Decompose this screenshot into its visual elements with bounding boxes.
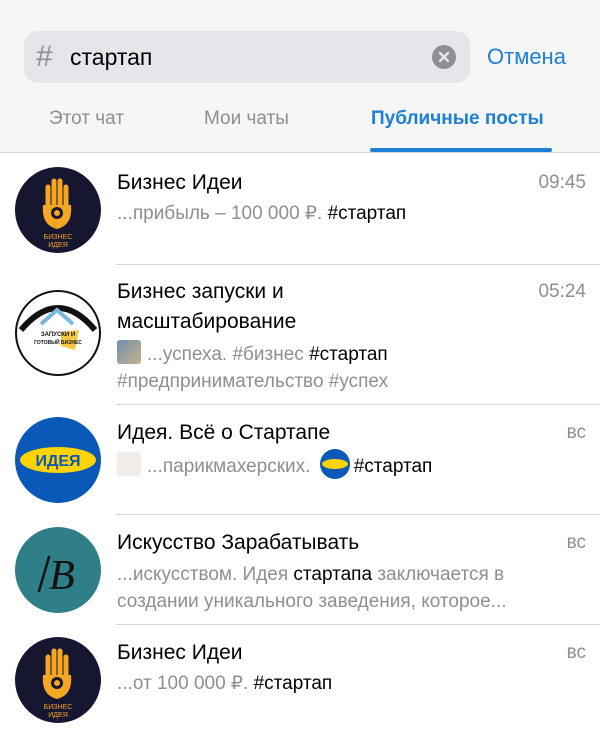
idea-logo-icon (319, 449, 350, 479)
avatar-text: ИДЕЯ (35, 453, 80, 470)
tab-public-posts[interactable]: Публичные посты (371, 106, 544, 132)
avatar-text: БИЗНЕС (44, 704, 73, 711)
snippet-hashtag: #стартап (353, 456, 433, 477)
hashtag-icon: # (36, 40, 53, 73)
result-title: Идея. Всё о Стартапе (117, 421, 331, 444)
media-thumbnail-icon (117, 452, 141, 476)
result-time: вс (566, 642, 586, 663)
list-item[interactable]: БИЗНЕС ИДЕЯ Бизнес Идеи 09:45 ...прибыль… (0, 153, 600, 265)
avatar-text: ИДЕЯ (48, 242, 68, 249)
snippet-text: ...искусством. Идея (117, 564, 294, 585)
list-item[interactable]: B Искусство Зарабатывать вс ...искусство… (0, 515, 600, 625)
result-title: Бизнес Идеи (117, 641, 243, 664)
result-snippet-line2: #предпринимательство #успех (117, 371, 389, 392)
clear-search-icon[interactable] (432, 45, 456, 69)
avatar-text: B (49, 553, 75, 599)
cancel-button[interactable]: Отмена (487, 43, 566, 71)
snippet-hashtag: #стартап (327, 203, 407, 224)
result-time: 09:45 (538, 172, 586, 193)
result-title-line2: масштабирование (117, 310, 297, 333)
result-snippet: ...успеха. #бизнес #стартап (117, 340, 388, 368)
avatar-text: ГОТОВЫЙ БИЗНЕС (34, 338, 82, 346)
snippet-text: ...прибыль – 100 000 ₽. (117, 203, 328, 224)
list-item[interactable]: ИДЕЯ Идея. Всё о Стартапе вс ...парикмах… (0, 405, 600, 515)
avatar: БИЗНЕС ИДЕЯ (15, 167, 101, 253)
snippet-hashtag: #стартап (309, 344, 388, 365)
active-tab-indicator (370, 148, 552, 152)
tab-my-chats[interactable]: Мои чаты (204, 106, 289, 132)
media-thumbnail-icon (117, 340, 141, 364)
result-title: Искусство Зарабатывать (117, 531, 360, 554)
result-snippet: ...прибыль – 100 000 ₽. #стартап (117, 200, 406, 227)
result-time: 05:24 (538, 281, 586, 302)
avatar-text: БИЗНЕС (44, 234, 73, 241)
result-snippet: ...от 100 000 ₽. #стартап (117, 670, 332, 697)
avatar: БИЗНЕС ИДЕЯ (15, 637, 101, 723)
search-header: # стартап Отмена Этот чат Мои чаты Публи… (0, 0, 600, 153)
tab-this-chat[interactable]: Этот чат (49, 106, 124, 132)
avatar: ЗАПУСКИ И ГОТОВЫЙ БИЗНЕС (15, 290, 101, 376)
result-snippet-line2: создании уникального заведения, которое.… (117, 591, 507, 612)
result-time: вс (566, 422, 586, 443)
list-item[interactable]: БИЗНЕС ИДЕЯ Бизнес Идеи вс ...от 100 000… (0, 625, 600, 730)
snippet-text: ...успеха. #бизнес (147, 344, 310, 365)
result-snippet: ...парикмахерских. #стартап (117, 449, 432, 480)
snippet-hashtag: стартапа (293, 564, 373, 585)
result-snippet: ...искусством. Идея стартапа заключается… (117, 561, 504, 588)
snippet-text: заключается в (372, 564, 505, 585)
snippet-text: ...парикмахерских. (147, 456, 316, 477)
list-item[interactable]: ЗАПУСКИ И ГОТОВЫЙ БИЗНЕС Бизнес запуски … (0, 265, 600, 405)
result-title: Бизнес Идеи (117, 171, 243, 194)
avatar: ИДЕЯ (15, 417, 101, 503)
result-title: Бизнес запуски и (117, 280, 284, 303)
search-scope-tabs: Этот чат Мои чаты Публичные посты (0, 100, 600, 152)
snippet-hashtag: #стартап (253, 673, 333, 694)
search-input[interactable]: стартап (70, 43, 152, 71)
avatar: B (15, 527, 101, 613)
result-time: вс (566, 532, 586, 553)
search-field[interactable]: # стартап (24, 31, 470, 83)
snippet-text: ...от 100 000 ₽. (117, 673, 254, 694)
avatar-text: ИДЕЯ (48, 712, 68, 719)
avatar-text: ЗАПУСКИ И (41, 332, 75, 338)
